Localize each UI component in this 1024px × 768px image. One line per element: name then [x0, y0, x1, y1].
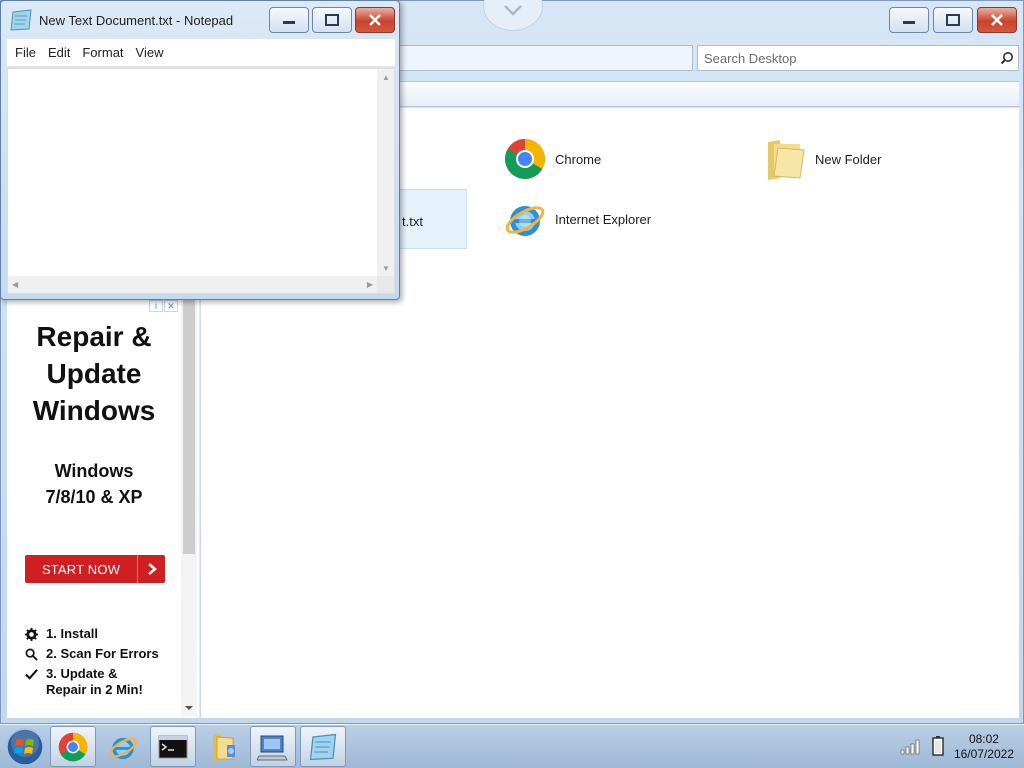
ad-step: 1. Install: [24, 626, 180, 642]
scroll-corner: [377, 276, 394, 293]
windows-logo-icon: [6, 728, 44, 766]
scroll-left-icon[interactable]: ◀: [12, 280, 18, 289]
ad-step: 3. Update & Repair in 2 Min!: [24, 666, 180, 698]
file-item-new-folder[interactable]: New Folder: [763, 137, 881, 181]
signal-strength-icon[interactable]: [900, 737, 922, 758]
scroll-down-icon[interactable]: [184, 699, 194, 714]
system-tray: 08:02 16/07/2022: [900, 725, 1014, 768]
maximize-icon: [325, 14, 339, 26]
ad-step: 2. Scan For Errors: [24, 646, 180, 662]
ad-subhead: Windows 7/8/10 & XP: [45, 461, 143, 507]
chrome-icon: [503, 137, 547, 181]
ad-headline: Repair & Update Windows: [32, 321, 156, 426]
ad-choices-badge[interactable]: i ✕: [149, 300, 178, 312]
close-icon[interactable]: ✕: [164, 300, 178, 312]
taskbar-remote-desktop[interactable]: [250, 726, 296, 767]
taskbar-notepad[interactable]: [300, 726, 346, 767]
close-button[interactable]: [355, 7, 395, 33]
explorer-caption-buttons: [889, 7, 1017, 33]
editor-content: [8, 69, 394, 73]
scroll-right-icon[interactable]: ▶: [367, 280, 373, 289]
ad-step-text: 1. Install: [46, 626, 99, 641]
menu-view[interactable]: View: [130, 45, 170, 60]
file-item-label: New Folder: [815, 151, 882, 167]
minimize-icon: [283, 21, 295, 24]
file-item-label: Chrome: [555, 151, 602, 167]
file-item-label: Internet Explorer: [555, 211, 652, 227]
notepad-caption-buttons: [269, 7, 395, 33]
maximize-icon: [946, 14, 960, 26]
notepad-window[interactable]: New Text Document.txt - Notepad File Edi…: [0, 0, 400, 300]
file-item-text-document[interactable]: t.txt: [393, 189, 467, 249]
window-title: New Text Document.txt - Notepad: [39, 13, 234, 28]
clock-date: 16/07/2022: [953, 747, 1014, 761]
folder-icon: [213, 733, 235, 761]
internet-explorer-icon: [109, 737, 137, 759]
ad-scrollbar[interactable]: [181, 300, 197, 716]
magnifier-icon: [24, 646, 38, 662]
text-editor[interactable]: ▲ ▼ ◀ ▶: [7, 68, 395, 294]
menu-edit[interactable]: Edit: [42, 45, 76, 60]
taskbar-chrome[interactable]: [50, 726, 96, 767]
minimize-button[interactable]: [269, 7, 309, 33]
search-input[interactable]: Search Desktop: [697, 45, 1019, 71]
search-icon[interactable]: [996, 51, 1018, 65]
battery-icon[interactable]: [932, 735, 944, 759]
gear-icon: [24, 626, 38, 642]
menu-bar: File Edit Format View: [7, 39, 395, 67]
command-bar: [391, 81, 1019, 107]
menu-format[interactable]: Format: [76, 45, 129, 60]
clock[interactable]: 08:02 16/07/2022: [954, 732, 1014, 762]
maximize-button[interactable]: [312, 7, 352, 33]
start-button[interactable]: [5, 727, 45, 767]
checkmark-icon: [24, 666, 38, 682]
search-placeholder: Search Desktop: [704, 50, 797, 66]
ad-steps: 1. Install 2. Scan For Errors 3. Update …: [24, 626, 180, 702]
scroll-down-icon[interactable]: ▼: [382, 264, 390, 273]
taskbar: 08:02 16/07/2022: [0, 724, 1024, 768]
notepad-icon: [309, 733, 337, 760]
ad-banner[interactable]: i ✕ Repair & Update Windows Windows 7/8/…: [8, 300, 180, 716]
clock-time: 08:02: [968, 732, 999, 746]
close-button[interactable]: [977, 7, 1017, 33]
chrome-icon: [58, 732, 88, 761]
scroll-up-icon[interactable]: ▲: [382, 73, 390, 82]
ad-step-text: 3. Update & Repair in 2 Min!: [46, 666, 143, 697]
taskbar-internet-explorer[interactable]: [100, 726, 146, 767]
info-icon[interactable]: i: [149, 300, 163, 312]
command-prompt-icon: [158, 735, 188, 758]
minimize-icon: [903, 21, 915, 24]
address-bar[interactable]: [391, 45, 693, 71]
internet-explorer-icon: [503, 197, 547, 241]
chevron-right-icon: [137, 555, 165, 583]
start-now-label: START NOW: [41, 561, 121, 577]
menu-file[interactable]: File: [9, 45, 42, 60]
chevron-down-icon[interactable]: [483, 0, 543, 31]
start-now-button[interactable]: START NOW: [25, 555, 165, 583]
file-item-internet-explorer[interactable]: Internet Explorer: [503, 197, 651, 241]
computer-icon: [257, 735, 288, 760]
close-icon: [369, 14, 381, 26]
horizontal-scrollbar[interactable]: ◀ ▶: [8, 276, 377, 293]
maximize-button[interactable]: [933, 7, 973, 33]
taskbar-command-prompt[interactable]: [150, 726, 196, 767]
folder-icon: [763, 137, 807, 181]
taskbar-windows-explorer[interactable]: [200, 726, 246, 767]
ad-step-text: 2. Scan For Errors: [46, 646, 159, 661]
minimize-button[interactable]: [889, 7, 929, 33]
vertical-scrollbar[interactable]: ▲ ▼: [377, 69, 394, 277]
close-icon: [991, 14, 1003, 26]
file-item-label: t.txt: [402, 214, 423, 229]
file-item-chrome[interactable]: Chrome: [503, 137, 601, 181]
scrollbar-thumb[interactable]: [183, 300, 195, 554]
notepad-icon[interactable]: [9, 9, 33, 34]
